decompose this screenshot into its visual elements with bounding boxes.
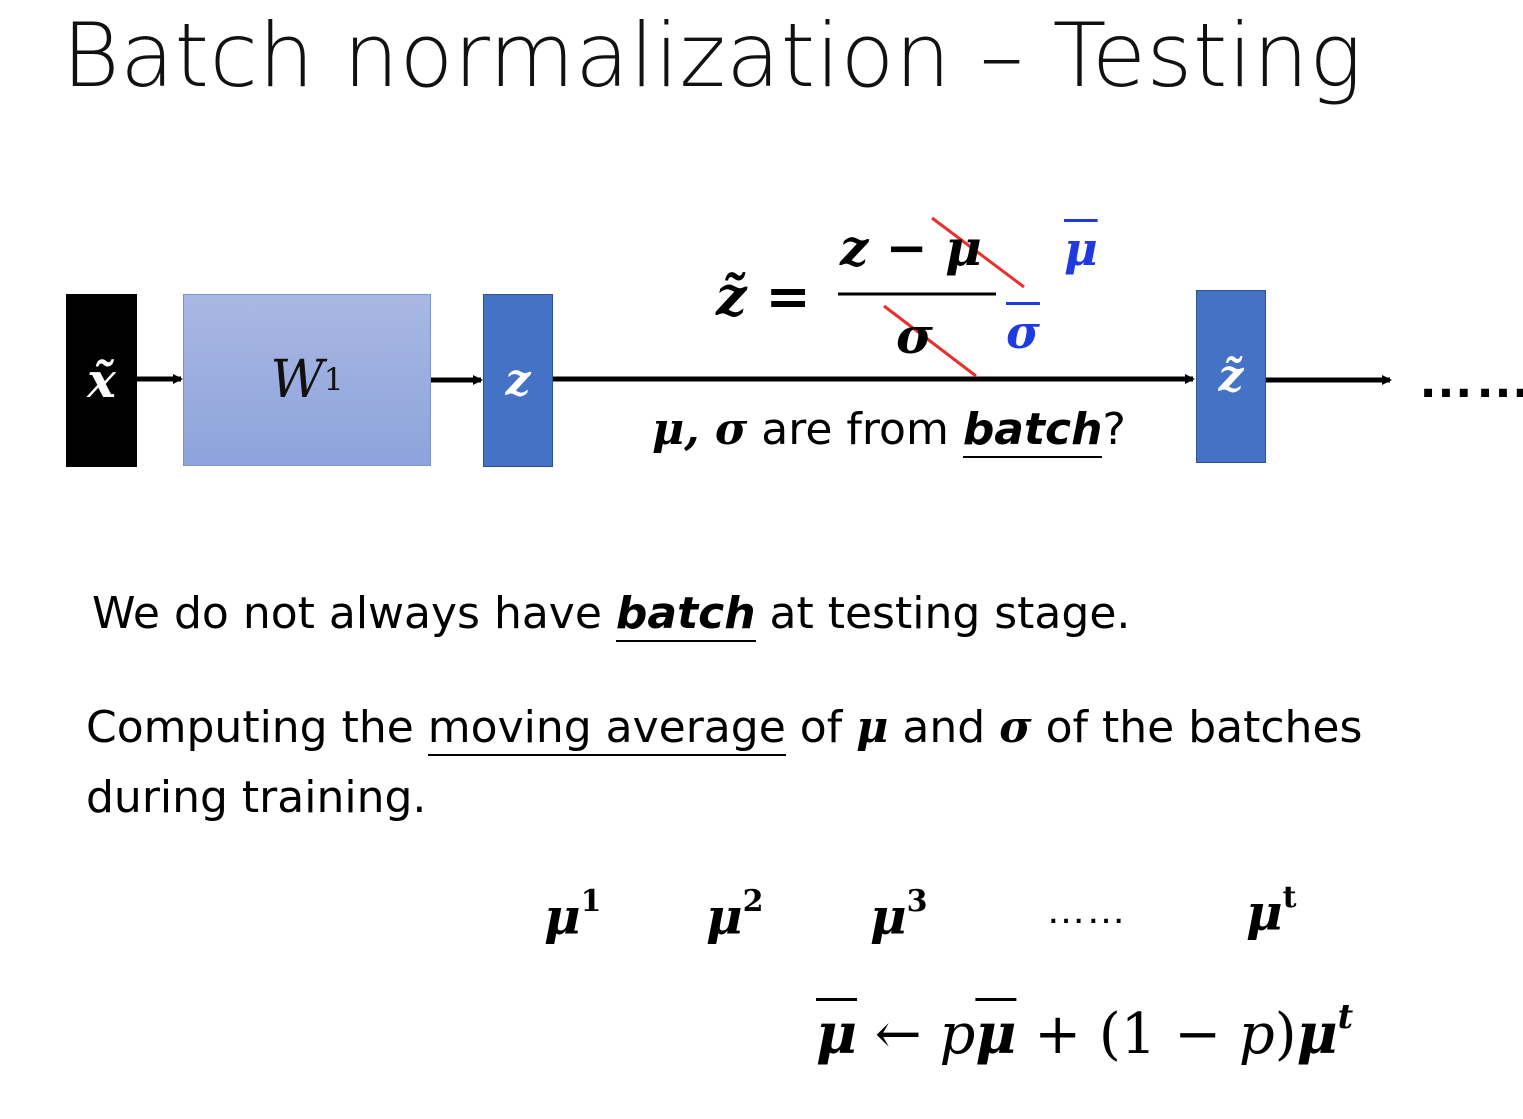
mu-seq-2: μ2: [706, 884, 764, 946]
z-box: z: [483, 294, 553, 467]
caption-middle: are from: [747, 404, 963, 455]
replacement-sigma-bar: σ: [1006, 305, 1040, 359]
trailing-dots: ……: [1418, 346, 1523, 409]
caption-symbols: μ, σ: [652, 404, 748, 455]
caption-batch: batch: [962, 404, 1103, 458]
line2-rest: of the batches: [1031, 702, 1363, 753]
weight-box: W1: [183, 294, 431, 466]
z-tilde-box: z̃: [1196, 290, 1266, 463]
update-rule: μ ← pμ + (1 − p)μt: [816, 996, 1353, 1067]
replacement-mu-bar: μ: [1064, 222, 1098, 276]
update-p1: p: [939, 1002, 976, 1068]
line2-moving-average: moving average: [427, 702, 786, 756]
line1-suffix: at testing stage.: [755, 588, 1131, 639]
line2-prefix: Computing the: [86, 702, 428, 753]
z-tilde-label: z̃: [1218, 351, 1244, 402]
update-p2: p: [1238, 1002, 1275, 1068]
line2-and: and: [888, 702, 1000, 753]
statement-moving-average: Computing the moving average of μ and σ …: [86, 702, 1363, 756]
formula-denominator: σ: [896, 306, 933, 365]
weight-label: W: [270, 350, 324, 410]
update-lhs-mu-bar: μ: [816, 1001, 857, 1068]
update-plus: + (1 −: [1016, 1002, 1239, 1068]
statement-during-training: during training.: [86, 772, 427, 823]
flow-arrows: [137, 216, 1392, 385]
formula-lhs: z̃ =: [716, 264, 811, 328]
line2-sigma: σ: [999, 702, 1032, 753]
mu-seq-t: μt: [1246, 880, 1297, 942]
line1-batch: batch: [615, 588, 756, 642]
line2-mu: μ: [856, 702, 889, 753]
input-x-box: x̃: [66, 294, 137, 467]
update-close: ): [1274, 1002, 1297, 1068]
z-label: z: [505, 355, 531, 406]
mu-seq-1: μ1: [544, 884, 602, 946]
update-mu-bar: μ: [975, 1001, 1017, 1068]
update-sup-t: t: [1337, 996, 1354, 1036]
input-x-label: x̃: [87, 352, 116, 409]
mu-seq-3: μ3: [870, 884, 928, 946]
line2-of: of: [785, 702, 857, 753]
diagram-caption: μ, σ are from batch?: [652, 404, 1126, 458]
formula-numerator: z − μ: [840, 218, 982, 277]
caption-suffix: ?: [1102, 404, 1126, 455]
update-arrow: ←: [857, 1002, 940, 1068]
mu-seq-dots: ……: [1046, 888, 1126, 932]
line1-prefix: We do not always have: [92, 588, 616, 639]
statement-no-batch: We do not always have batch at testing s…: [92, 588, 1131, 642]
update-mu: μ: [1296, 1001, 1338, 1068]
weight-superscript: 1: [323, 362, 344, 398]
